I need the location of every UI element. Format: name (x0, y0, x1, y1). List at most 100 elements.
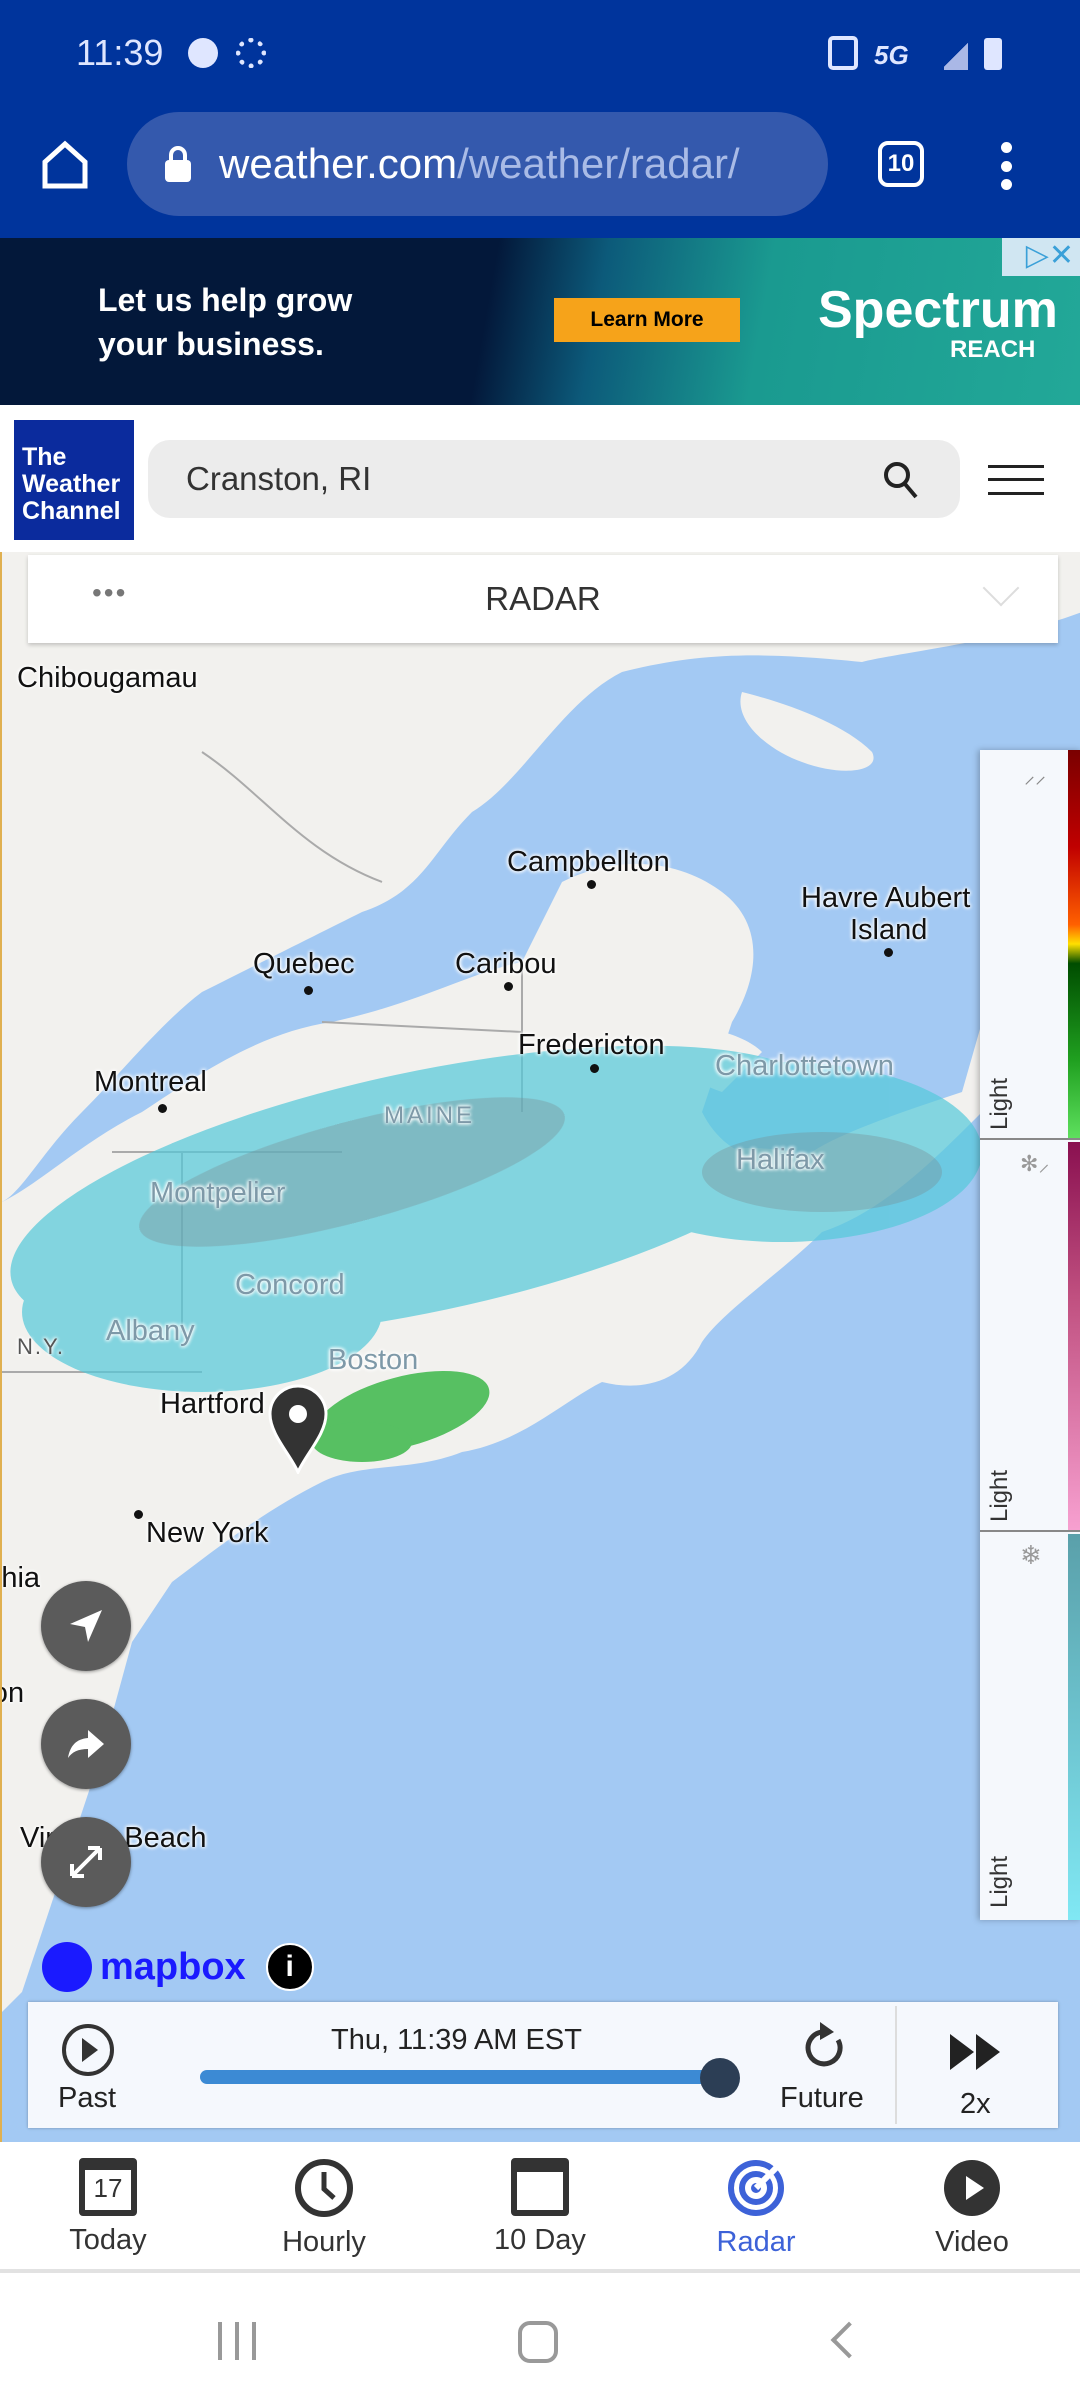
city-label: Boston (328, 1344, 419, 1376)
url-host: weather.com (219, 140, 458, 187)
bottom-nav: 17 Today Hourly 10 Day Radar Video (0, 2142, 1080, 2273)
browser-chrome: 11:39 5G weather.com/weather/radar/ 10 (0, 0, 1080, 238)
search-icon[interactable] (882, 460, 920, 500)
nav-10-day[interactable]: 10 Day (432, 2142, 648, 2269)
radar-timeline: Past Thu, 11:39 AM EST Future 2x (28, 2002, 1058, 2128)
back-button[interactable] (830, 2321, 868, 2359)
nav-radar[interactable]: Radar (648, 2142, 864, 2269)
city-label: Halifax (736, 1144, 825, 1176)
legend-label: Light (986, 1469, 1013, 1522)
city-label: Island (850, 914, 928, 946)
city-label: Quebec (253, 948, 355, 980)
city-label: Charlottetown (715, 1050, 894, 1082)
nav-hourly[interactable]: Hourly (216, 2142, 432, 2269)
city-label: New York (146, 1517, 269, 1549)
signal-icon (944, 40, 968, 70)
home-icon[interactable] (40, 140, 90, 190)
legend-label: Light (986, 1077, 1013, 1130)
timeline-slider-track[interactable] (200, 2070, 720, 2084)
city-label: Caribou (455, 948, 557, 980)
refresh-future-icon[interactable] (800, 2018, 850, 2078)
city-label: Washington (2, 1677, 25, 1709)
site-header: The Weather Channel Cranston, RI (0, 405, 1080, 552)
calendar-icon (511, 2158, 569, 2216)
play-past-icon[interactable] (60, 2022, 116, 2078)
share-button[interactable] (41, 1699, 131, 1789)
city-label: Chibougamau (17, 662, 198, 694)
navigation-arrow-icon (70, 1610, 102, 1642)
state-label: N.Y. (17, 1334, 65, 1359)
calendar-today-icon: 17 (79, 2158, 137, 2216)
facebook-icon (188, 38, 218, 68)
nav-label: Radar (716, 2226, 796, 2258)
legend-snow: ❄ Light (980, 1534, 1080, 1920)
chevron-down-icon[interactable] (982, 569, 1020, 607)
nav-label: Video (935, 2226, 1009, 2258)
location-search-input[interactable]: Cranston, RI (148, 440, 960, 518)
search-value: Cranston, RI (186, 460, 372, 497)
snow-icon: ❄ (1020, 1540, 1042, 1570)
info-icon[interactable]: i (265, 1943, 314, 1991)
city-label: Campbellton (507, 846, 670, 878)
city-label: Concord (235, 1269, 345, 1301)
future-label[interactable]: Future (780, 2082, 864, 2115)
layer-title: RADAR (485, 580, 601, 617)
city-label: Albany (106, 1315, 195, 1347)
fast-forward-icon[interactable] (948, 2032, 1004, 2072)
city-label: Fredericton (518, 1029, 665, 1061)
menu-icon[interactable] (996, 142, 1016, 190)
rain-icon: ⸝⸝ (1024, 763, 1047, 788)
timeline-time: Thu, 11:39 AM EST (331, 2024, 582, 2056)
city-label: Philadelphia (1, 1562, 41, 1594)
hamburger-menu-icon[interactable] (988, 465, 1044, 495)
state-label: MAINE (384, 1102, 476, 1129)
legend-mix: ✻⸝ Light (980, 1142, 1080, 1532)
mapbox-logo-icon (42, 1942, 92, 1992)
recent-apps-button[interactable] (218, 2322, 256, 2360)
city-label: Montreal (94, 1066, 207, 1098)
timeline-slider-thumb[interactable] (700, 2058, 740, 2098)
ad-close-icon[interactable]: ▷✕ (1002, 238, 1080, 276)
video-play-icon (944, 2160, 1000, 2216)
battery-icon (984, 38, 1002, 70)
map-layer-selector[interactable]: ••• RADAR (28, 555, 1058, 643)
network-type: 5G (874, 40, 909, 70)
status-time: 11:39 (76, 32, 164, 73)
past-label[interactable]: Past (58, 2082, 116, 2115)
ad-headline-2: your business. (98, 326, 324, 362)
locate-me-button[interactable] (41, 1581, 131, 1671)
city-label: Montpelier (150, 1177, 286, 1209)
ad-banner[interactable]: Let us help grow your business. Learn Mo… (0, 238, 1080, 405)
share-arrow-icon (68, 1730, 104, 1758)
mapbox-attribution[interactable]: mapbox i (42, 1942, 314, 1992)
system-nav-bar (0, 2277, 1080, 2400)
location-pin-icon[interactable] (268, 1384, 328, 1474)
tabs-button[interactable]: 10 (878, 141, 924, 187)
ad-headline: Let us help grow (98, 282, 353, 318)
mapbox-wordmark: mapbox (100, 1945, 246, 1988)
precip-legend: ⸝⸝ Light ✻⸝ Light ❄ Light (980, 750, 1080, 1920)
nfc-icon (828, 36, 858, 70)
more-options-icon[interactable]: ••• (92, 577, 127, 609)
url-bar[interactable]: weather.com/weather/radar/ (127, 112, 828, 216)
nav-label: Hourly (282, 2226, 366, 2258)
speed-label[interactable]: 2x (960, 2088, 991, 2121)
radar-map[interactable]: ••• RADAR Chibougamau Campbellton Havre … (0, 552, 1080, 2142)
nav-today[interactable]: 17 Today (0, 2142, 216, 2269)
brightness-icon (236, 38, 266, 68)
fullscreen-button[interactable] (41, 1817, 131, 1907)
ad-brand: Spectrum (818, 281, 1058, 339)
nav-label: 10 Day (494, 2224, 586, 2256)
city-label: Hartford (160, 1388, 265, 1420)
nav-label: Today (69, 2224, 147, 2256)
lock-icon (165, 146, 191, 182)
radar-icon (728, 2159, 785, 2216)
legend-rain: ⸝⸝ Light (980, 750, 1080, 1140)
ad-learn-more-button[interactable]: Learn More (554, 298, 740, 342)
twc-logo[interactable]: The Weather Channel (14, 420, 134, 540)
city-label: Havre Aubert (801, 882, 971, 914)
url-path: /weather/radar/ (457, 140, 740, 187)
nav-video[interactable]: Video (864, 2142, 1080, 2269)
home-button[interactable] (518, 2321, 558, 2363)
ad-brand-sub: REACH (950, 336, 1036, 363)
